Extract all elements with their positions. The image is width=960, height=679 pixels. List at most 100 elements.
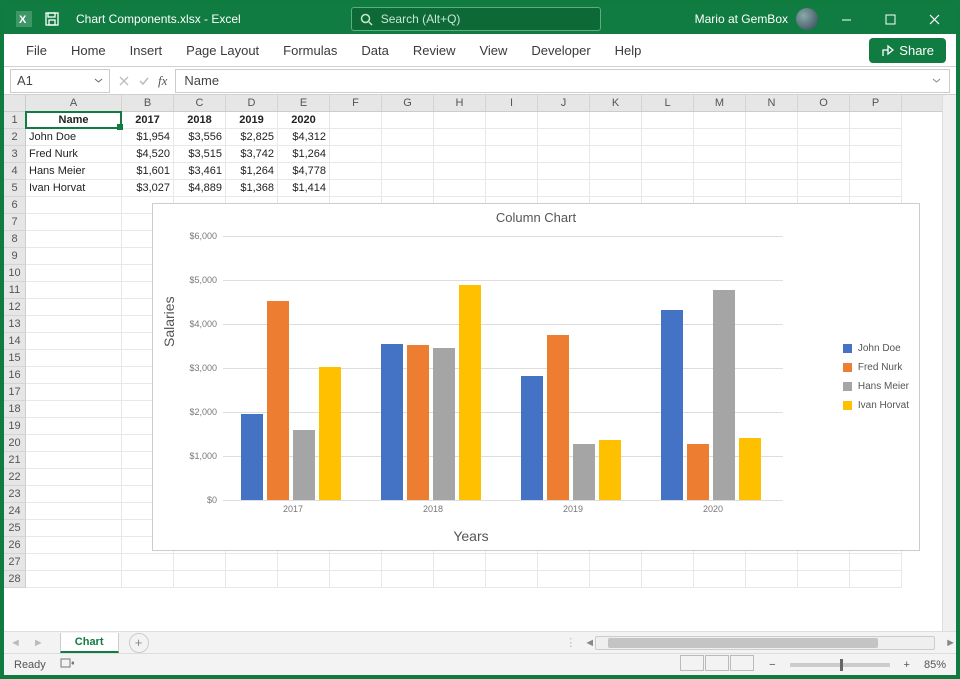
chart-plot-area[interactable]: $0$1,000$2,000$3,000$4,000$5,000$6,00020… xyxy=(223,236,783,500)
cell[interactable] xyxy=(26,316,122,333)
cell[interactable] xyxy=(278,571,330,588)
cell[interactable] xyxy=(642,129,694,146)
row-header[interactable]: 19 xyxy=(4,418,26,435)
cell[interactable]: $4,520 xyxy=(122,146,174,163)
chart-legend[interactable]: John DoeFred NurkHans MeierIvan Horvat xyxy=(843,339,909,415)
cell[interactable] xyxy=(850,112,902,129)
ribbon-tab-insert[interactable]: Insert xyxy=(118,36,175,65)
cell[interactable]: $3,461 xyxy=(174,163,226,180)
cell[interactable] xyxy=(330,129,382,146)
legend-item[interactable]: Fred Nurk xyxy=(843,358,909,377)
new-sheet-button[interactable]: + xyxy=(129,633,149,653)
chart-bar[interactable] xyxy=(381,344,403,500)
cell[interactable] xyxy=(174,554,226,571)
column-header[interactable]: L xyxy=(642,95,694,111)
cell[interactable] xyxy=(590,146,642,163)
cell[interactable] xyxy=(122,571,174,588)
row-header[interactable]: 14 xyxy=(4,333,26,350)
ribbon-tab-formulas[interactable]: Formulas xyxy=(271,36,349,65)
chart-y-axis-label[interactable]: Salaries xyxy=(161,296,177,347)
cell[interactable] xyxy=(642,554,694,571)
row-header[interactable]: 16 xyxy=(4,367,26,384)
cell[interactable] xyxy=(746,129,798,146)
cell[interactable] xyxy=(642,163,694,180)
row-header[interactable]: 12 xyxy=(4,299,26,316)
row-header[interactable]: 1 xyxy=(4,112,26,129)
chart-bar[interactable] xyxy=(547,335,569,500)
chart-bar[interactable] xyxy=(599,440,621,500)
column-header[interactable]: P xyxy=(850,95,902,111)
cell[interactable] xyxy=(26,333,122,350)
cell[interactable] xyxy=(26,554,122,571)
cell[interactable] xyxy=(26,520,122,537)
column-header[interactable]: K xyxy=(590,95,642,111)
cell[interactable] xyxy=(434,554,486,571)
chart-bar[interactable] xyxy=(407,345,429,500)
row-header[interactable]: 25 xyxy=(4,520,26,537)
cell[interactable]: $4,778 xyxy=(278,163,330,180)
chart-bar[interactable] xyxy=(459,285,481,500)
row-header[interactable]: 10 xyxy=(4,265,26,282)
cell[interactable] xyxy=(590,163,642,180)
cell[interactable]: $1,264 xyxy=(226,163,278,180)
cell[interactable] xyxy=(642,180,694,197)
cell[interactable] xyxy=(746,163,798,180)
cell[interactable]: $1,414 xyxy=(278,180,330,197)
cell[interactable] xyxy=(26,350,122,367)
cell[interactable] xyxy=(850,146,902,163)
column-header[interactable]: D xyxy=(226,95,278,111)
cell[interactable] xyxy=(694,146,746,163)
cell[interactable] xyxy=(382,163,434,180)
horizontal-scrollbar[interactable] xyxy=(595,636,935,650)
save-icon[interactable] xyxy=(42,9,62,29)
cell[interactable] xyxy=(330,146,382,163)
cell[interactable]: $3,556 xyxy=(174,129,226,146)
cell[interactable] xyxy=(642,146,694,163)
legend-item[interactable]: John Doe xyxy=(843,339,909,358)
cell[interactable] xyxy=(382,571,434,588)
zoom-level[interactable]: 85% xyxy=(924,659,946,671)
cell[interactable] xyxy=(382,129,434,146)
user-avatar[interactable] xyxy=(796,8,818,30)
chart-bar[interactable] xyxy=(739,438,761,500)
row-header[interactable]: 17 xyxy=(4,384,26,401)
cell[interactable] xyxy=(694,163,746,180)
ribbon-tab-data[interactable]: Data xyxy=(349,36,400,65)
cell[interactable] xyxy=(434,571,486,588)
row-header[interactable]: 27 xyxy=(4,554,26,571)
cell[interactable] xyxy=(538,571,590,588)
ribbon-tab-review[interactable]: Review xyxy=(401,36,468,65)
cell[interactable] xyxy=(486,163,538,180)
column-header[interactable]: A xyxy=(26,95,122,111)
row-header[interactable]: 22 xyxy=(4,469,26,486)
cell[interactable]: 2020 xyxy=(278,112,330,129)
cell[interactable] xyxy=(746,571,798,588)
cell[interactable] xyxy=(26,401,122,418)
cell[interactable] xyxy=(382,146,434,163)
cell[interactable] xyxy=(226,571,278,588)
cell[interactable]: $4,312 xyxy=(278,129,330,146)
tell-me-search[interactable]: Search (Alt+Q) xyxy=(351,7,601,31)
cell[interactable] xyxy=(382,112,434,129)
column-header[interactable]: E xyxy=(278,95,330,111)
row-header[interactable]: 9 xyxy=(4,248,26,265)
sheet-nav-prev[interactable]: ◄ xyxy=(4,637,27,649)
cell[interactable] xyxy=(798,163,850,180)
cell[interactable] xyxy=(590,129,642,146)
row-header[interactable]: 15 xyxy=(4,350,26,367)
row-header[interactable]: 21 xyxy=(4,452,26,469)
column-header[interactable]: J xyxy=(538,95,590,111)
share-button[interactable]: Share xyxy=(869,38,946,63)
column-header[interactable]: F xyxy=(330,95,382,111)
cell[interactable] xyxy=(642,571,694,588)
hscroll-left[interactable]: ◄ xyxy=(584,637,595,649)
vertical-scrollbar[interactable] xyxy=(942,95,956,631)
column-header[interactable]: I xyxy=(486,95,538,111)
cell[interactable] xyxy=(26,197,122,214)
cell[interactable] xyxy=(26,537,122,554)
cell[interactable]: $3,027 xyxy=(122,180,174,197)
column-header[interactable]: C xyxy=(174,95,226,111)
row-header[interactable]: 5 xyxy=(4,180,26,197)
macro-record-icon[interactable] xyxy=(60,657,74,672)
cell[interactable]: $2,825 xyxy=(226,129,278,146)
